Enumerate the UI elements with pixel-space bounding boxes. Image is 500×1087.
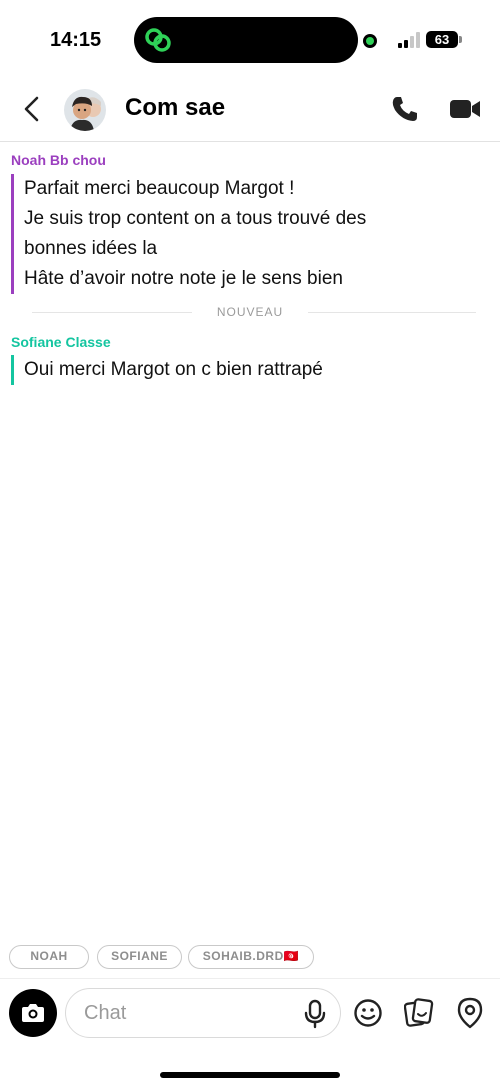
dynamic-island — [134, 17, 358, 63]
message-line: Hâte d’avoir notre note je le sens bien — [24, 268, 343, 289]
message-line: bonnes idées la — [24, 238, 158, 259]
participant-name: SOHAIB.DRD — [202, 949, 284, 963]
chevron-left-icon[interactable] — [18, 94, 46, 124]
participant-chip-sohaib[interactable]: SOHAIB.DRD🇹🇳 — [188, 945, 314, 969]
sticker-icon[interactable] — [404, 997, 434, 1029]
battery-indicator: 63 — [426, 31, 462, 48]
message-line: Oui merci Margot on c bien rattrapé — [24, 359, 323, 380]
message-sender: Sofiane Classe — [11, 334, 111, 350]
participant-chip-sofiane[interactable]: SOFIANE — [97, 945, 182, 969]
link-icon — [145, 28, 171, 52]
chat-input[interactable] — [84, 999, 294, 1027]
microphone-icon[interactable] — [302, 999, 328, 1029]
video-camera-icon[interactable] — [449, 96, 481, 122]
home-indicator — [160, 1072, 340, 1078]
participant-chip-noah[interactable]: NOAH — [9, 945, 89, 969]
emoji-icon[interactable] — [353, 998, 383, 1028]
phone-icon[interactable] — [390, 94, 420, 124]
message-line: Parfait merci beaucoup Margot ! — [24, 178, 295, 199]
tunisia-flag-icon: 🇹🇳 — [283, 949, 300, 963]
message-sender: Noah Bb chou — [11, 152, 106, 168]
chat-header: Com sae — [0, 80, 500, 142]
signal-strength-icon — [398, 32, 420, 48]
message-line: Je suis trop content on a tous trouvé de… — [24, 208, 367, 229]
bitmoji-avatar-icon — [70, 96, 101, 131]
camera-button[interactable] — [9, 989, 57, 1037]
message-body[interactable]: Oui merci Margot on c bien rattrapé — [11, 355, 323, 385]
new-messages-divider: NOUVEAU — [0, 305, 500, 319]
input-bar-separator — [0, 978, 500, 979]
status-time: 14:15 — [50, 29, 102, 51]
chat-title[interactable]: Com sae — [125, 94, 225, 122]
group-avatar[interactable] — [64, 89, 106, 131]
map-pin-icon[interactable] — [456, 997, 484, 1029]
message-body[interactable]: Parfait merci beaucoup Margot ! Je suis … — [11, 174, 366, 294]
camera-icon — [22, 1004, 44, 1022]
chat-input-container[interactable] — [65, 988, 341, 1038]
activity-indicator-dot — [363, 34, 377, 48]
divider-line — [308, 312, 476, 313]
status-bar: 14:15 63 — [0, 0, 500, 80]
